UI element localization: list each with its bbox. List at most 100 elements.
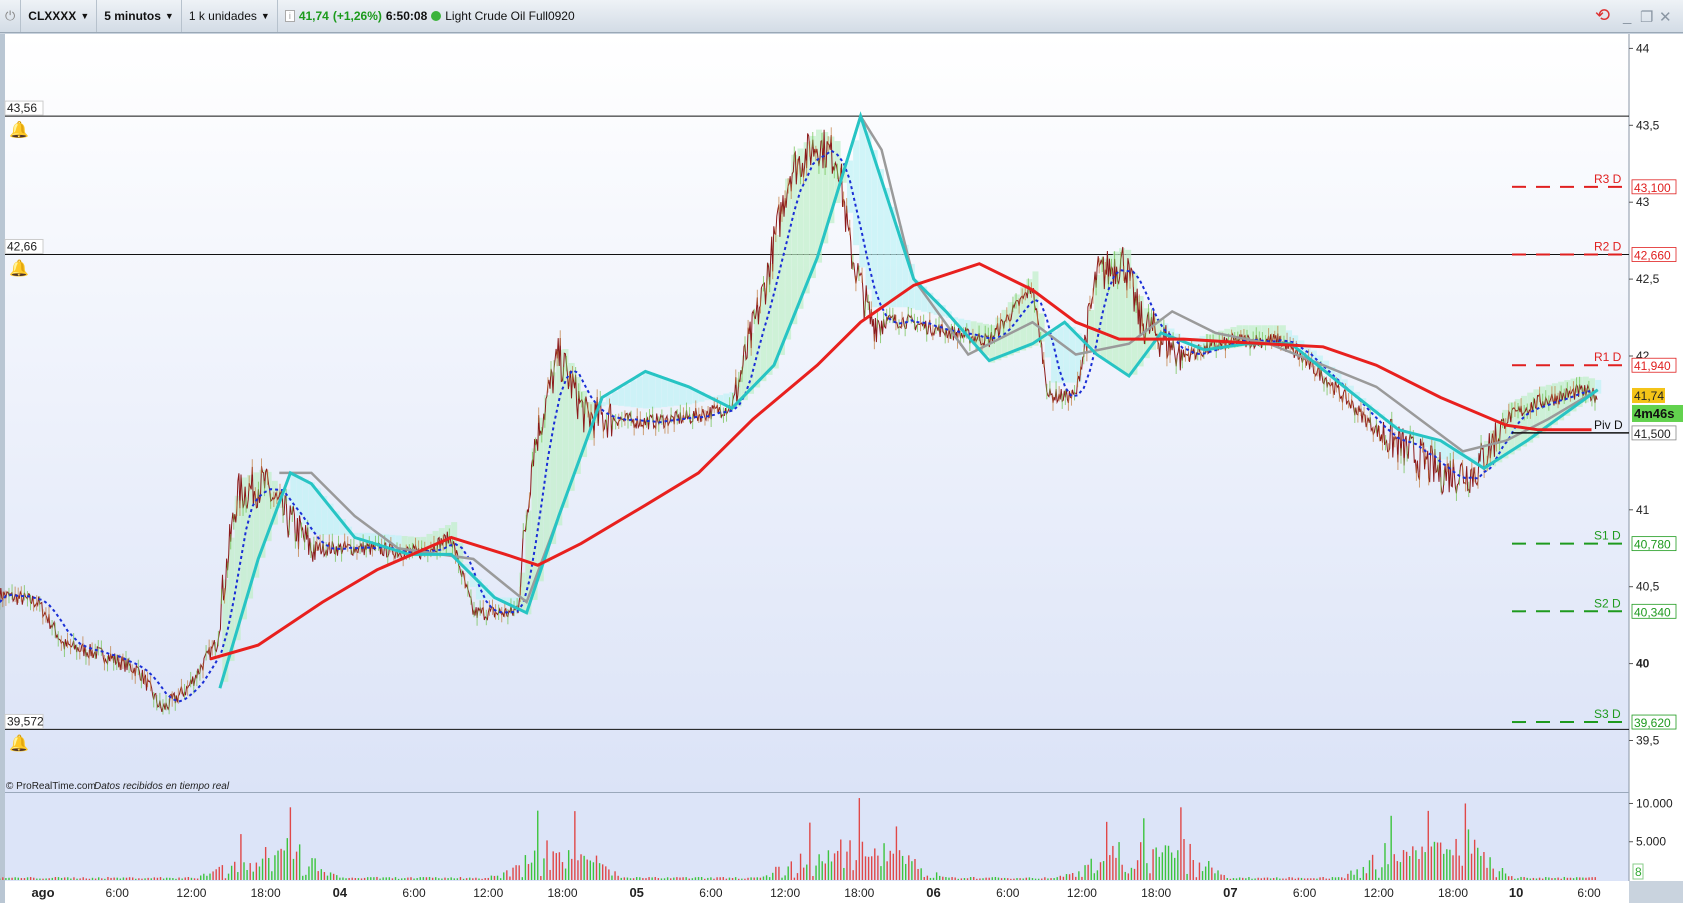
cloud-segment	[605, 395, 612, 405]
y-tick-label: 43,5	[1636, 118, 1660, 132]
time-tick-label: 18:00	[547, 886, 577, 900]
cloud-segment	[1502, 409, 1509, 459]
pivot-name: R1 D	[1594, 350, 1622, 364]
time-tick-label: 12:00	[473, 886, 503, 900]
cloud-segment	[550, 372, 557, 545]
cloud-segment	[618, 387, 625, 406]
cloud-segment	[1044, 335, 1051, 358]
time-tick-label: 6:00	[1577, 886, 1601, 900]
y-tick-label: 39,5	[1636, 734, 1660, 748]
y-tick-label: 42,5	[1636, 272, 1660, 286]
bell-icon[interactable]: 🔔	[9, 734, 29, 752]
time-tick-label: ago	[31, 885, 54, 900]
info-icon[interactable]: i	[284, 10, 295, 22]
bell-icon[interactable]: 🔔	[9, 121, 29, 139]
cloud-segment	[754, 310, 761, 388]
cloud-segment	[642, 372, 649, 409]
cloud-segment	[667, 379, 674, 407]
cloud-segment	[649, 372, 656, 409]
timeframe-selector[interactable]: 5 minutos ▼	[97, 0, 182, 32]
price-axis	[1629, 34, 1683, 881]
bell-icon[interactable]: 🔔	[9, 259, 29, 277]
chevron-down-icon: ▼	[80, 11, 90, 21]
time-tick-label: 12:00	[1067, 886, 1097, 900]
pivot-name: S1 D	[1594, 529, 1621, 543]
quote-info: i 41,74 (+1,26%) 6:50:08 Light Crude Oil…	[278, 0, 582, 32]
pivot-name: Piv D	[1594, 418, 1623, 432]
time-tick-label: 05	[629, 885, 643, 900]
pivot-value: 40,340	[1634, 605, 1671, 619]
time-tick-label: 6:00	[996, 886, 1020, 900]
cloud-segment	[661, 377, 668, 408]
alert-price-label: 42,66	[7, 239, 37, 253]
status-dot-icon	[431, 11, 442, 21]
y-tick-label: 40,5	[1636, 580, 1660, 594]
price-chart[interactable]: 4443,54342,5424140,54039,543,56🔔42,66🔔39…	[0, 34, 1683, 903]
pivot-name: S2 D	[1594, 596, 1621, 610]
power-button[interactable]: ⏻	[0, 0, 22, 32]
time-tick-label: 06	[926, 885, 940, 900]
minimize-button[interactable]: _	[1623, 8, 1631, 25]
time-tick-label: 12:00	[770, 886, 800, 900]
cloud-segment	[871, 150, 878, 308]
copyright: © ProRealTime.com	[6, 781, 96, 792]
pivot-name: R3 D	[1594, 172, 1622, 186]
cloud-segment	[865, 131, 872, 290]
volume-last-label: 8	[1635, 865, 1642, 879]
alert-price-label: 43,56	[7, 101, 37, 115]
cloud-segment	[630, 380, 637, 408]
cloud-segment	[1075, 333, 1082, 383]
refresh-icon[interactable]: ⟲	[1595, 5, 1610, 26]
alert-price-label: 39,572	[7, 714, 44, 728]
time-tick-label: 07	[1223, 885, 1237, 900]
time-tick-label: 10	[1509, 885, 1523, 900]
time-tick-label: 18:00	[844, 886, 874, 900]
symbol-selector[interactable]: CLXXXX ▼	[21, 0, 98, 32]
cloud-segment	[1063, 322, 1070, 383]
price-change: (+1,26%)	[332, 9, 382, 23]
pivot-value: 40,780	[1634, 538, 1671, 552]
time-tick-label: 12:00	[176, 886, 206, 900]
last-price-label: 41,74	[1634, 389, 1664, 403]
close-button[interactable]: ✕	[1659, 8, 1672, 26]
units-selector[interactable]: 1 k unidades ▼	[182, 0, 278, 32]
instrument-name: Light Crude Oil Full0920	[445, 9, 575, 23]
y-tick-label: 41	[1636, 503, 1650, 517]
volume-tick-label: 5.000	[1636, 835, 1666, 849]
cloud-segment	[636, 376, 643, 408]
y-tick-label: 40	[1636, 657, 1650, 671]
quote-time: 6:50:08	[385, 9, 428, 23]
cloud-segment	[1521, 395, 1528, 447]
time-tick-label: 6:00	[699, 886, 723, 900]
countdown-label: 4m46s	[1634, 406, 1674, 421]
pivot-value: 41,940	[1634, 359, 1671, 373]
time-tick-label: 18:00	[251, 886, 281, 900]
time-tick-label: 18:00	[1141, 886, 1171, 900]
pivot-value: 43,100	[1634, 181, 1671, 195]
left-edge	[0, 34, 5, 903]
time-tick-label: 6:00	[106, 886, 130, 900]
time-tick-label: 12:00	[1364, 886, 1394, 900]
time-tick-label: 6:00	[1293, 886, 1317, 900]
cloud-segment	[655, 374, 662, 408]
pivot-name: R2 D	[1594, 239, 1622, 253]
cloud-segment	[877, 169, 884, 308]
time-tick-label: 18:00	[1438, 886, 1468, 900]
pivot-value: 41,500	[1634, 427, 1671, 441]
pivot-name: S3 D	[1594, 707, 1621, 721]
cloud-segment	[1125, 249, 1132, 376]
cloud-segment	[809, 135, 816, 279]
cloud-segment	[308, 482, 315, 532]
last-price: 41,74	[298, 9, 329, 23]
cloud-segment	[611, 391, 618, 406]
cloud-segment	[624, 384, 631, 407]
time-tick-label: 6:00	[402, 886, 426, 900]
cloud-segment	[673, 381, 680, 406]
restore-button[interactable]: ❐	[1640, 8, 1653, 26]
y-tick-label: 44	[1636, 41, 1650, 55]
cloud-segment	[1131, 272, 1138, 375]
time-tick-label: 04	[333, 885, 348, 900]
chart-toolbar: ⏻ CLXXXX ▼ 5 minutos ▼ 1 k unidades ▼ i 41,…	[0, 0, 1683, 33]
pivot-value: 42,660	[1634, 248, 1671, 262]
pivot-value: 39,620	[1634, 716, 1671, 730]
